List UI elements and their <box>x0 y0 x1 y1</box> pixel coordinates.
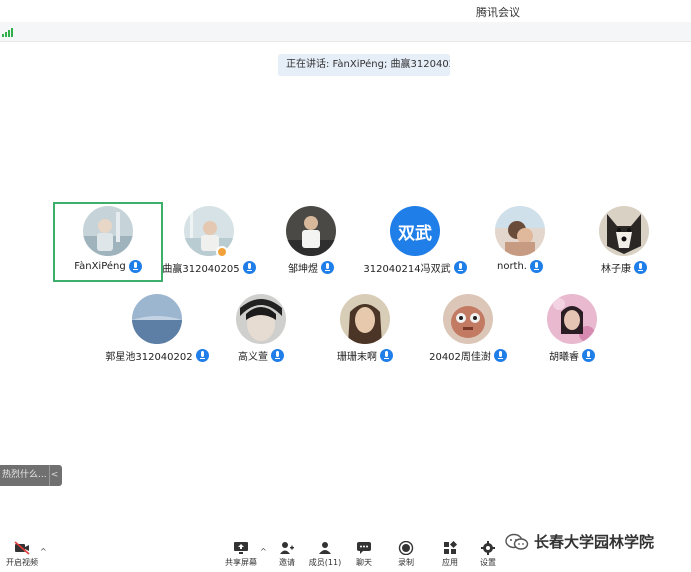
mic-icon[interactable] <box>493 349 507 362</box>
avatar: 双武 <box>390 206 440 256</box>
video-button[interactable]: 开启视频 <box>0 541 44 568</box>
mic-icon[interactable] <box>321 261 334 274</box>
share-screen-icon <box>234 542 248 554</box>
participant-name-row: 高义萱 <box>206 348 316 363</box>
participant-name: 珊珊末啊 <box>337 352 377 363</box>
record-icon <box>398 541 414 555</box>
mic-icon[interactable] <box>271 349 284 362</box>
avatar <box>495 206 545 256</box>
chat-icon <box>357 542 371 554</box>
chat-preview-popup[interactable]: 热烈什么... < <box>0 465 62 486</box>
watermark: 长春大学园林学院 <box>505 531 654 552</box>
settings-button[interactable]: 设置 <box>466 541 510 568</box>
participant-name: 高义萱 <box>238 352 268 363</box>
chat-preview-text: 热烈什么... <box>2 470 47 480</box>
participant-name-row: 珊珊末啊 <box>310 348 420 363</box>
avatar <box>443 294 493 344</box>
participant-tile[interactable]: 高义萱 <box>206 290 316 370</box>
participant-tile[interactable]: 林子康 <box>569 202 679 282</box>
participant-name-row: 胡曦睿 <box>517 348 627 363</box>
participant-name: 郭星池312040202 <box>105 352 193 363</box>
participant-tile[interactable]: FànXiPéng <box>53 202 163 282</box>
participant-name-row: 邹坤煜 <box>256 260 366 275</box>
camera-off-icon <box>14 541 30 555</box>
record-label: 录制 <box>398 558 414 567</box>
status-bar <box>0 22 691 42</box>
mic-icon[interactable] <box>380 349 393 362</box>
mic-icon[interactable] <box>242 261 256 274</box>
members-icon <box>319 542 331 554</box>
host-badge-icon <box>216 246 228 258</box>
avatar <box>599 206 649 256</box>
participant-tile[interactable]: 20402周佳澍 <box>413 290 523 370</box>
chat-label: 聊天 <box>356 558 372 567</box>
participant-name: 曲赢312040205 <box>162 264 240 275</box>
participant-tile[interactable]: 曲赢312040205 <box>154 202 264 282</box>
participant-name-row: north. <box>465 260 575 273</box>
mic-icon[interactable] <box>530 260 543 273</box>
participant-tile[interactable]: 郭星池312040202 <box>102 290 212 370</box>
collapse-icon[interactable]: < <box>49 465 59 486</box>
avatar <box>236 294 286 344</box>
signal-icon <box>2 28 14 37</box>
speaking-banner: 正在讲话: FànXiPéng; 曲赢312040205; <box>278 54 450 76</box>
window-title: 腾讯会议 <box>476 6 520 19</box>
gear-icon <box>481 541 495 555</box>
participant-name-row: 曲赢312040205 <box>154 260 264 275</box>
participant-name: north. <box>496 261 527 272</box>
settings-label: 设置 <box>480 558 496 567</box>
members-button[interactable]: 成员(11) <box>303 541 347 568</box>
mic-icon[interactable] <box>634 261 647 274</box>
participant-name-row: 林子康 <box>569 260 679 275</box>
wechat-logo-icon <box>505 533 529 550</box>
participant-tile[interactable]: 胡曦睿 <box>517 290 627 370</box>
participant-tile[interactable]: 双武 312040214冯双武 <box>360 202 470 282</box>
participant-name-row: 312040214冯双武 <box>360 260 470 275</box>
participant-name: 312040214冯双武 <box>363 264 451 275</box>
title-bar: 腾讯会议 <box>0 0 691 22</box>
participant-name: 20402周佳澍 <box>429 352 491 363</box>
video-label: 开启视频 <box>6 558 38 567</box>
video-options-chevron-icon[interactable]: ^ <box>40 547 47 556</box>
avatar <box>340 294 390 344</box>
participant-name: 邹坤煜 <box>288 264 318 275</box>
participant-name: FànXiPéng <box>74 261 126 272</box>
participant-name-row: FànXiPéng <box>55 260 161 273</box>
share-screen-button[interactable]: 共享屏幕 <box>219 541 263 568</box>
invite-icon <box>280 542 294 554</box>
members-label: 成员(11) <box>308 558 342 567</box>
avatar <box>286 206 336 256</box>
mic-icon[interactable] <box>582 349 595 362</box>
share-screen-label: 共享屏幕 <box>225 558 257 567</box>
record-button[interactable]: 录制 <box>384 541 428 568</box>
mic-icon[interactable] <box>128 260 142 273</box>
participant-name-row: 20402周佳澍 <box>413 348 523 363</box>
participant-name: 林子康 <box>601 264 631 275</box>
participant-tile[interactable]: 珊珊末啊 <box>310 290 420 370</box>
avatar <box>83 206 133 256</box>
avatar <box>547 294 597 344</box>
participant-name: 胡曦睿 <box>549 352 579 363</box>
avatar <box>132 294 182 344</box>
apps-icon <box>444 541 458 554</box>
participant-tile[interactable]: 邹坤煜 <box>256 202 366 282</box>
participant-name-row: 郭星池312040202 <box>102 348 212 363</box>
watermark-text: 长春大学园林学院 <box>534 533 655 551</box>
participant-tile[interactable]: north. <box>465 202 575 282</box>
chat-button[interactable]: 聊天 <box>342 541 386 568</box>
